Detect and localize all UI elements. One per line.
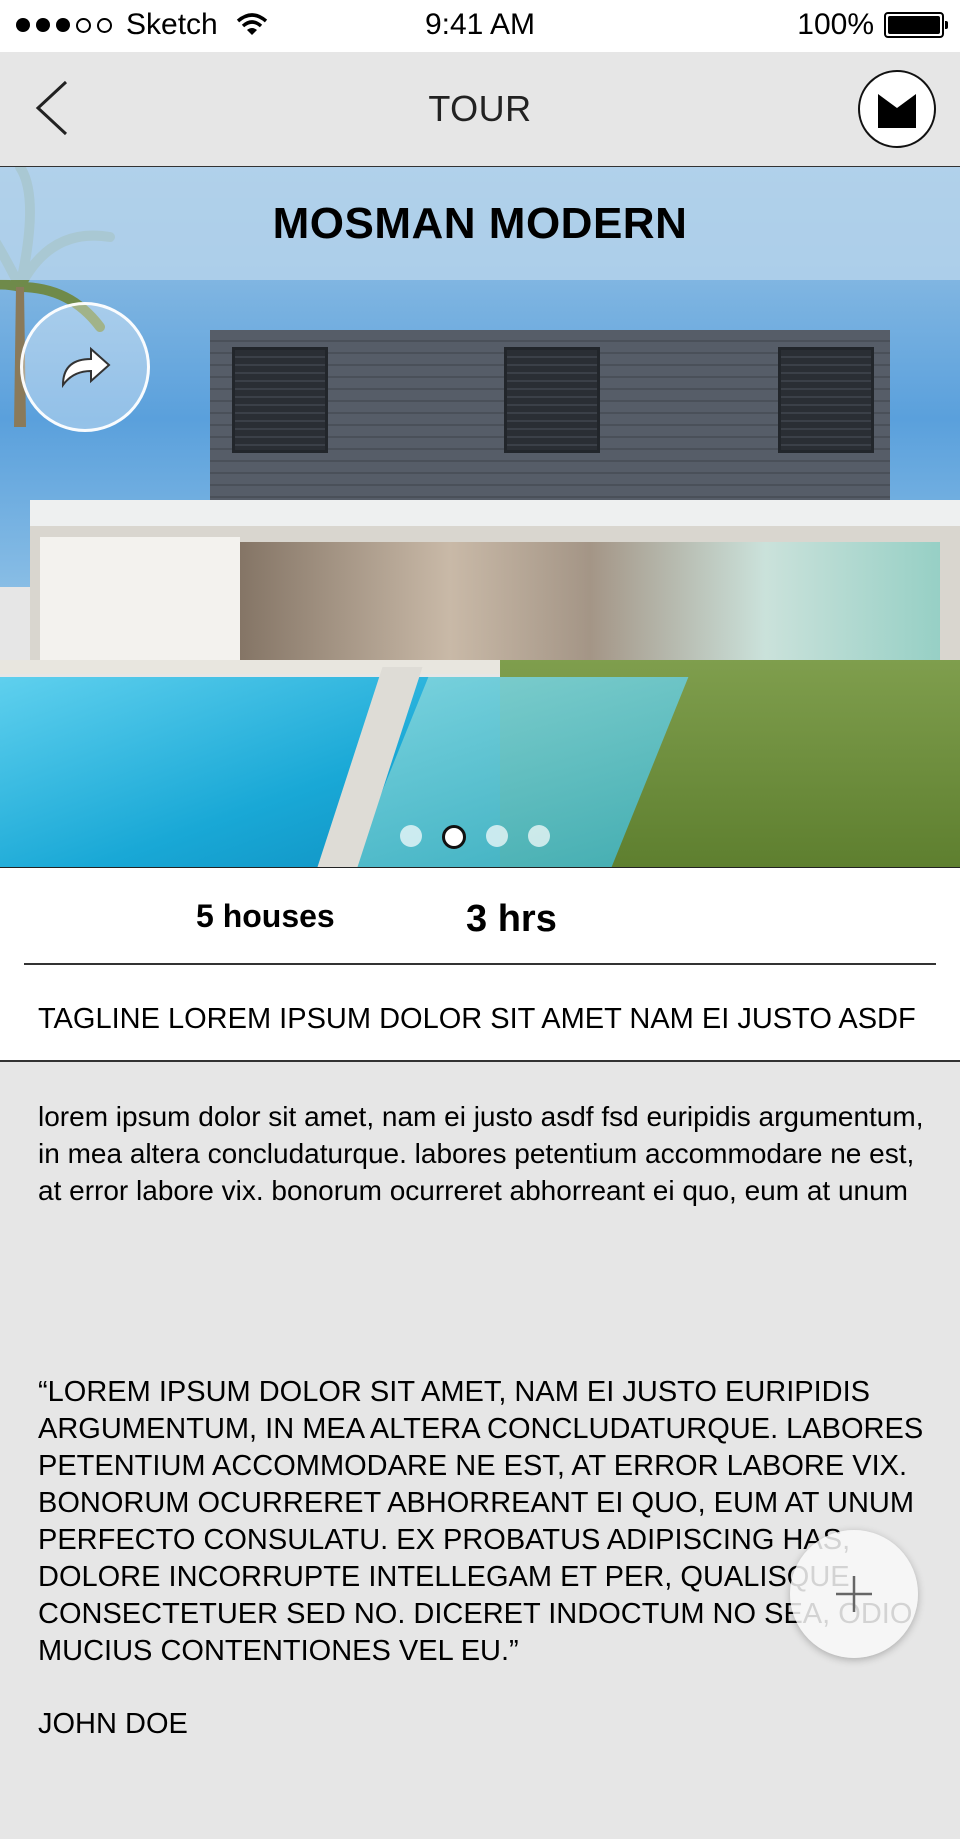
house-slab: [30, 500, 960, 528]
brand-logo-icon: [878, 94, 916, 128]
navigation-bar: TOUR: [0, 52, 960, 167]
divider: [24, 963, 936, 965]
add-button[interactable]: [790, 1530, 918, 1658]
share-button[interactable]: [20, 302, 150, 432]
hero-carousel[interactable]: MOSMAN MODERN: [0, 167, 960, 869]
brand-logo-button[interactable]: [858, 70, 936, 148]
battery-icon: [884, 12, 948, 38]
tagline: TAGLINE LOREM IPSUM DOLOR SIT AMET NAM E…: [38, 1003, 916, 1035]
description: lorem ipsum dolor sit amet, nam ei justo…: [38, 1101, 924, 1206]
testimonial-author: JOHN DOE: [38, 1708, 188, 1740]
battery-percent: 100%: [797, 8, 874, 41]
window: [232, 347, 328, 453]
pager-dot[interactable]: [528, 825, 550, 847]
status-bar: Sketch 9:41 AM 100%: [0, 0, 960, 52]
tour-stats: 5 houses 3 hrs: [0, 868, 960, 966]
house-glass-front: [240, 542, 940, 662]
share-arrow-icon: [61, 346, 111, 389]
testimonial-quote: “LOREM IPSUM DOLOR SIT AMET, NAM EI JUST…: [38, 1376, 924, 1667]
houses-count: 5 houses: [196, 898, 335, 934]
battery-status: 100%: [797, 8, 948, 42]
window: [504, 347, 600, 453]
pager-dot[interactable]: [400, 825, 422, 847]
page-title: TOUR: [428, 88, 532, 129]
carousel-pager[interactable]: [400, 825, 550, 849]
tour-duration: 3 hrs: [466, 898, 557, 940]
tour-title: MOSMAN MODERN: [272, 199, 688, 248]
divider: [0, 1060, 960, 1062]
plus-icon: [836, 1576, 872, 1612]
house-wall: [40, 537, 240, 667]
window: [778, 347, 874, 453]
pager-dot[interactable]: [486, 825, 508, 847]
pager-dot-active[interactable]: [442, 825, 466, 849]
